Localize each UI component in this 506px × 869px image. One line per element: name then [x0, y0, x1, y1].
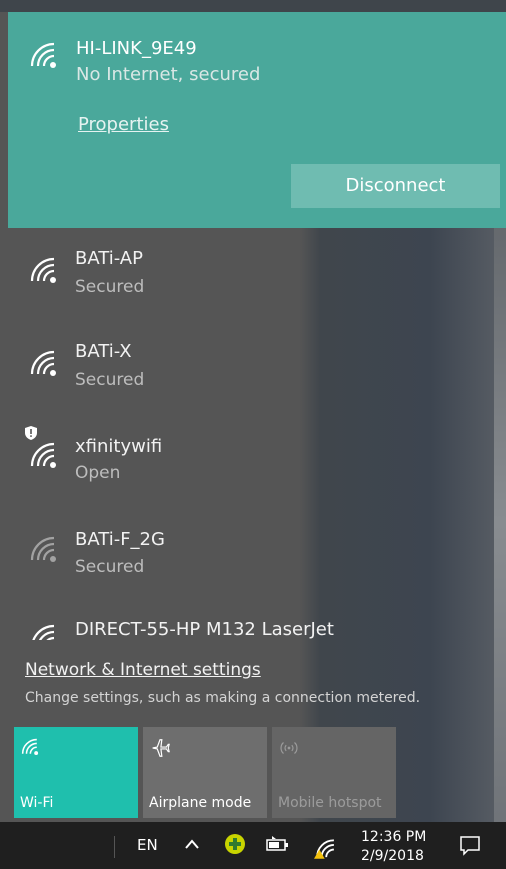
wifi-icon: [28, 348, 62, 376]
network-name: BATi-X: [75, 341, 132, 362]
hotspot-icon: [278, 737, 304, 759]
network-name: BATi-F_2G: [75, 529, 165, 550]
connected-network-name: HI-LINK_9E49: [76, 38, 197, 59]
network-status: Open: [75, 463, 121, 483]
wifi-weak-icon: [28, 534, 62, 562]
flyout-top-edge: [0, 0, 506, 12]
properties-link[interactable]: Properties: [78, 114, 169, 135]
network-settings-link[interactable]: Network & Internet settings: [25, 660, 261, 680]
wifi-tile[interactable]: Wi-Fi: [14, 727, 138, 818]
wifi-warning-icon[interactable]: [314, 837, 340, 859]
tile-label: Airplane mode: [149, 795, 252, 811]
airplane-mode-tile[interactable]: Airplane mode: [143, 727, 267, 818]
airplane-icon: [149, 737, 175, 759]
network-status: Secured: [75, 370, 145, 390]
connected-network-status: No Internet, secured: [76, 64, 261, 85]
network-flyout: HI-LINK_9E49 No Internet, secured Proper…: [0, 0, 506, 822]
shield-icon: [25, 426, 37, 440]
network-status: Secured: [75, 557, 145, 577]
clock-date[interactable]: 2/9/2018: [361, 847, 424, 865]
network-name: DIRECT-55-HP M132 LaserJet: [75, 619, 334, 640]
chevron-up-icon[interactable]: [184, 838, 200, 850]
wifi-icon: [28, 440, 62, 468]
wifi-icon: [20, 737, 46, 759]
clock-time[interactable]: 12:36 PM: [361, 828, 426, 846]
tile-label: Wi-Fi: [20, 795, 54, 811]
network-status: Secured: [75, 277, 145, 297]
taskbar-separator: [114, 836, 115, 858]
plus-circle-icon[interactable]: [224, 833, 246, 855]
taskbar: EN 12:36 PM 2/9/2018: [0, 822, 506, 869]
network-settings-description: Change settings, such as making a connec…: [25, 690, 421, 706]
language-indicator[interactable]: EN: [137, 836, 158, 854]
wifi-icon: [28, 622, 62, 640]
network-name: xfinitywifi: [75, 436, 163, 457]
connected-network[interactable]: HI-LINK_9E49 No Internet, secured Proper…: [8, 12, 506, 228]
action-center-icon[interactable]: [459, 835, 481, 857]
battery-icon[interactable]: [266, 836, 290, 854]
network-name: BATi-AP: [75, 248, 143, 269]
wifi-icon: [28, 255, 62, 283]
tile-label: Mobile hotspot: [278, 795, 382, 811]
wifi-icon: [28, 40, 62, 68]
disconnect-button[interactable]: Disconnect: [291, 164, 500, 208]
mobile-hotspot-tile[interactable]: Mobile hotspot: [272, 727, 396, 818]
